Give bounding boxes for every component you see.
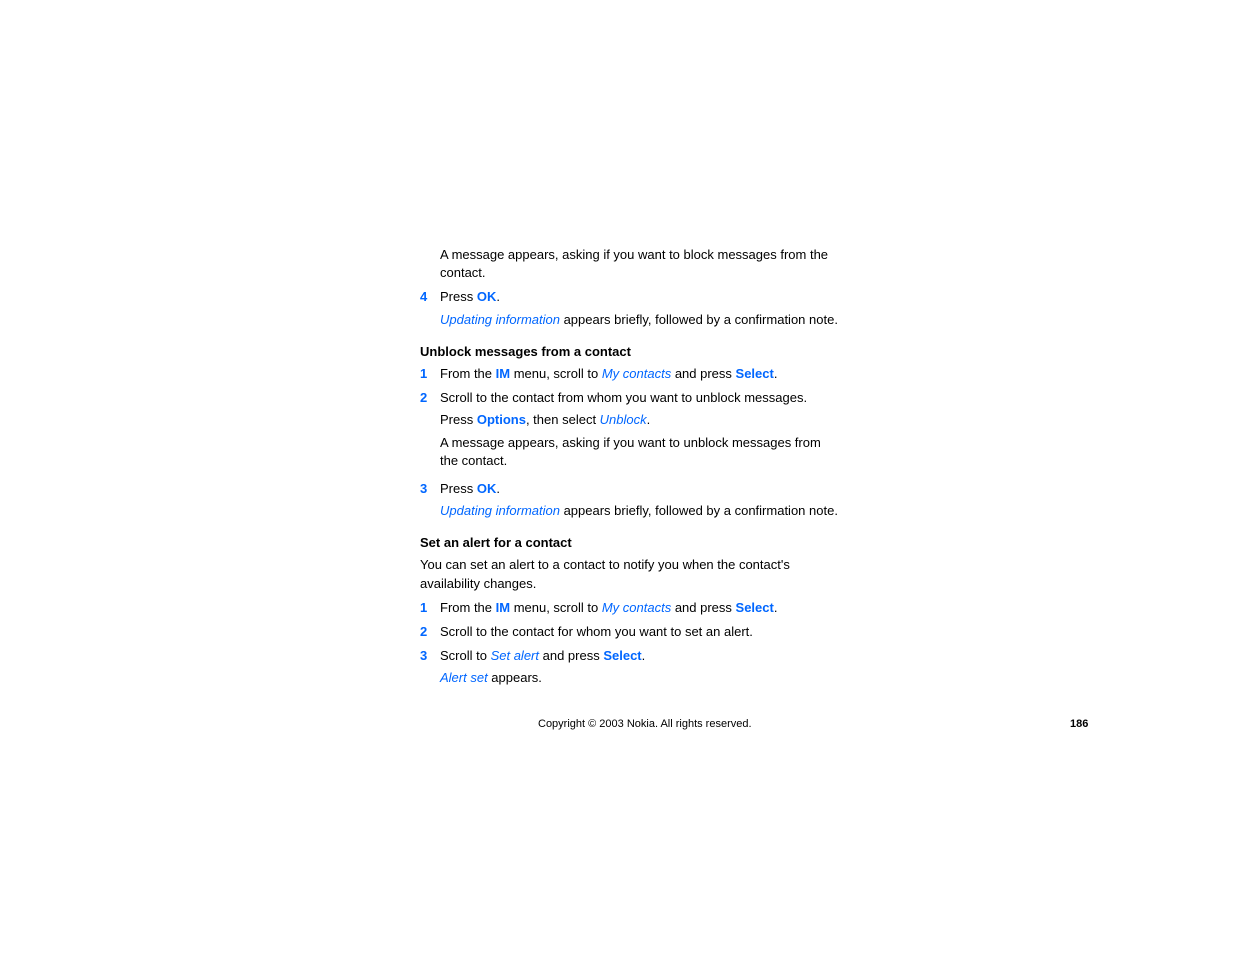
text: .	[647, 412, 651, 427]
im-label: IM	[496, 600, 510, 615]
step-text: Scroll to the contact from whom you want…	[440, 389, 840, 474]
text: Press	[440, 412, 477, 427]
text: .	[496, 481, 500, 496]
text: menu, scroll to	[510, 366, 602, 381]
copyright-text: Copyright © 2003 Nokia. All rights reser…	[538, 718, 752, 730]
heading-unblock: Unblock messages from a contact	[420, 343, 840, 361]
options-label: Options	[477, 412, 526, 427]
text: .	[496, 289, 500, 304]
text: A message appears, asking if you want to…	[440, 434, 840, 470]
alert-step-2: 2 Scroll to the contact for whom you wan…	[420, 623, 840, 641]
note: Updating information appears briefly, fo…	[440, 502, 840, 520]
select-label: Select	[736, 600, 774, 615]
text: , then select	[526, 412, 600, 427]
step-number: 1	[420, 365, 440, 383]
note: Updating information appears briefly, fo…	[440, 311, 840, 329]
step-number: 3	[420, 480, 440, 524]
text: .	[774, 600, 778, 615]
alert-intro: You can set an alert to a contact to not…	[420, 556, 840, 592]
set-alert-label: Set alert	[491, 648, 539, 663]
updating-info: Updating information	[440, 503, 560, 518]
step-text: Press OK. Updating information appears b…	[440, 288, 840, 332]
heading-alert: Set an alert for a contact	[420, 534, 840, 552]
intro-paragraph: A message appears, asking if you want to…	[440, 246, 840, 282]
select-label: Select	[603, 648, 641, 663]
step-number: 3	[420, 647, 440, 691]
my-contacts-label: My contacts	[602, 366, 671, 381]
note: Alert set appears.	[440, 669, 840, 687]
step-number: 1	[420, 599, 440, 617]
text: Scroll to	[440, 648, 491, 663]
text: and press	[539, 648, 603, 663]
unblock-step-2: 2 Scroll to the contact from whom you wa…	[420, 389, 840, 474]
step-text: Scroll to Set alert and press Select. Al…	[440, 647, 840, 691]
step-text: From the IM menu, scroll to My contacts …	[440, 365, 840, 383]
unblock-label: Unblock	[600, 412, 647, 427]
text: From the	[440, 600, 496, 615]
step-text: Scroll to the contact for whom you want …	[440, 623, 840, 641]
ok-label: OK	[477, 289, 497, 304]
text: .	[642, 648, 646, 663]
page-number: 186	[1070, 718, 1088, 730]
step-number: 2	[420, 389, 440, 474]
text: Press	[440, 481, 477, 496]
unblock-step-3: 3 Press OK. Updating information appears…	[420, 480, 840, 524]
alert-step-1: 1 From the IM menu, scroll to My contact…	[420, 599, 840, 617]
step-number: 4	[420, 288, 440, 332]
unblock-step-1: 1 From the IM menu, scroll to My contact…	[420, 365, 840, 383]
text: appears briefly, followed by a confirmat…	[560, 312, 838, 327]
ok-label: OK	[477, 481, 497, 496]
im-label: IM	[496, 366, 510, 381]
text: Scroll to the contact from whom you want…	[440, 389, 840, 407]
step-number: 2	[420, 623, 440, 641]
step-text: From the IM menu, scroll to My contacts …	[440, 599, 840, 617]
alert-step-3: 3 Scroll to Set alert and press Select. …	[420, 647, 840, 691]
text: Press	[440, 289, 477, 304]
text: .	[774, 366, 778, 381]
my-contacts-label: My contacts	[602, 600, 671, 615]
text: and press	[671, 366, 735, 381]
text: menu, scroll to	[510, 600, 602, 615]
text: Press Options, then select Unblock.	[440, 411, 840, 429]
text: From the	[440, 366, 496, 381]
alert-set-label: Alert set	[440, 670, 488, 685]
updating-info: Updating information	[440, 312, 560, 327]
text: appears.	[488, 670, 542, 685]
step-4: 4 Press OK. Updating information appears…	[420, 288, 840, 332]
page-content: A message appears, asking if you want to…	[420, 246, 840, 698]
step-text: Press OK. Updating information appears b…	[440, 480, 840, 524]
text: and press	[671, 600, 735, 615]
text: appears briefly, followed by a confirmat…	[560, 503, 838, 518]
select-label: Select	[736, 366, 774, 381]
